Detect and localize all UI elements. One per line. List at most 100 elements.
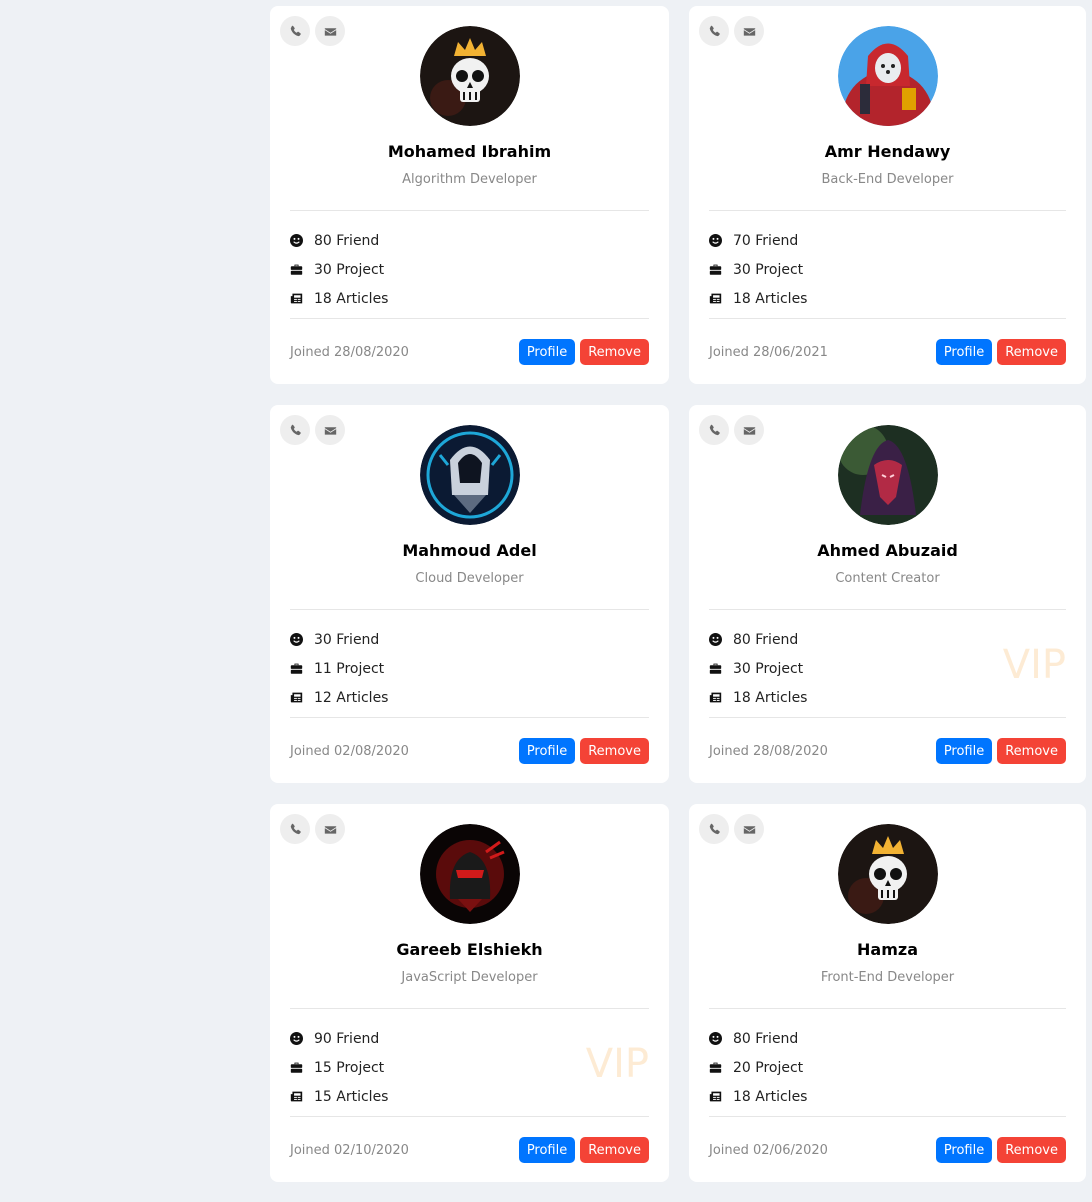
newspaper-icon xyxy=(290,1091,303,1102)
card-footer: Joined 02/06/2020 Profile Remove xyxy=(709,1137,1066,1163)
articles-count: 15 Articles xyxy=(290,1082,388,1111)
contact-buttons xyxy=(699,16,764,46)
remove-button[interactable]: Remove xyxy=(997,1137,1066,1163)
email-button[interactable] xyxy=(315,16,345,46)
briefcase-icon xyxy=(290,264,303,275)
phone-icon xyxy=(290,823,301,834)
articles-count: 12 Articles xyxy=(290,683,388,712)
envelope-icon xyxy=(324,27,336,36)
projects-count: 30 Project xyxy=(709,255,807,284)
briefcase-icon xyxy=(709,1062,722,1073)
remove-button[interactable]: Remove xyxy=(997,339,1066,365)
smile-icon xyxy=(709,633,722,646)
email-button[interactable] xyxy=(734,814,764,844)
friends-count-label: 80 Friend xyxy=(733,631,799,648)
friends-count-label: 30 Friend xyxy=(314,631,380,648)
articles-count-label: 18 Articles xyxy=(314,290,389,307)
friend-name: Mahmoud Adel xyxy=(402,541,537,560)
red-hooded-warrior-avatar xyxy=(837,26,938,126)
briefcase-icon xyxy=(290,1062,303,1073)
contact-buttons xyxy=(699,415,764,445)
friend-stats: 70 Friend 30 Project 18 Articles xyxy=(709,226,807,313)
articles-count: 18 Articles xyxy=(709,1082,807,1111)
card-footer: Joined 28/08/2020 Profile Remove xyxy=(290,339,649,365)
email-button[interactable] xyxy=(315,415,345,445)
friends-count-label: 80 Friend xyxy=(314,232,380,249)
profile-button[interactable]: Profile xyxy=(518,339,576,365)
projects-count-label: 30 Project xyxy=(733,261,804,278)
friend-card: Mohamed Ibrahim Algorithm Developer 80 F… xyxy=(270,6,669,384)
briefcase-icon xyxy=(290,663,303,674)
remove-button[interactable]: Remove xyxy=(580,339,649,365)
card-footer: Joined 28/06/2021 Profile Remove xyxy=(709,339,1066,365)
divider xyxy=(290,210,649,211)
profile-button[interactable]: Profile xyxy=(518,738,576,764)
masked-figure-avatar xyxy=(837,425,938,525)
divider xyxy=(709,609,1066,610)
email-button[interactable] xyxy=(734,16,764,46)
friends-count-label: 80 Friend xyxy=(733,1030,799,1047)
joined-date: Joined 02/08/2020 xyxy=(290,743,409,759)
friend-name: Hamza xyxy=(857,940,918,959)
phone-button[interactable] xyxy=(280,814,310,844)
briefcase-icon xyxy=(709,264,722,275)
vip-badge: VIP xyxy=(1002,642,1066,688)
phone-button[interactable] xyxy=(280,415,310,445)
newspaper-icon xyxy=(290,692,303,703)
briefcase-icon xyxy=(709,663,722,674)
friends-count-label: 70 Friend xyxy=(733,232,799,249)
friends-count: 80 Friend xyxy=(709,625,807,654)
profile-button[interactable]: Profile xyxy=(935,1137,993,1163)
envelope-icon xyxy=(743,825,755,834)
joined-date: Joined 28/08/2020 xyxy=(290,344,409,360)
joined-date: Joined 28/06/2021 xyxy=(709,344,828,360)
remove-button[interactable]: Remove xyxy=(580,1137,649,1163)
joined-date: Joined 28/08/2020 xyxy=(709,743,828,759)
smile-icon xyxy=(709,234,722,247)
divider xyxy=(290,1008,649,1009)
profile-button[interactable]: Profile xyxy=(935,738,993,764)
email-button[interactable] xyxy=(734,415,764,445)
friend-stats: 80 Friend 30 Project 18 Articles xyxy=(290,226,388,313)
email-button[interactable] xyxy=(315,814,345,844)
friend-name: Amr Hendawy xyxy=(824,142,951,161)
divider xyxy=(709,210,1066,211)
remove-button[interactable]: Remove xyxy=(580,738,649,764)
phone-icon xyxy=(290,424,301,435)
phone-icon xyxy=(709,25,720,36)
newspaper-icon xyxy=(290,293,303,304)
friend-role: Cloud Developer xyxy=(415,571,524,586)
joined-date: Joined 02/06/2020 xyxy=(709,1142,828,1158)
joined-date: Joined 02/10/2020 xyxy=(290,1142,409,1158)
divider xyxy=(709,318,1066,319)
friend-role: Back-End Developer xyxy=(821,172,954,187)
contact-buttons xyxy=(280,814,345,844)
friends-count: 80 Friend xyxy=(290,226,388,255)
friend-card: Ahmed Abuzaid Content Creator 80 Friend … xyxy=(689,405,1086,783)
friends-count: 90 Friend xyxy=(290,1024,388,1053)
friend-name: Gareeb Elshiekh xyxy=(396,940,543,959)
smile-icon xyxy=(709,1032,722,1045)
profile-button[interactable]: Profile xyxy=(518,1137,576,1163)
envelope-icon xyxy=(324,426,336,435)
envelope-icon xyxy=(324,825,336,834)
newspaper-icon xyxy=(709,692,722,703)
phone-icon xyxy=(709,424,720,435)
remove-button[interactable]: Remove xyxy=(997,738,1066,764)
phone-button[interactable] xyxy=(699,16,729,46)
projects-count: 11 Project xyxy=(290,654,388,683)
phone-button[interactable] xyxy=(699,415,729,445)
phone-icon xyxy=(709,823,720,834)
divider xyxy=(290,609,649,610)
projects-count: 30 Project xyxy=(709,654,807,683)
card-footer: Joined 28/08/2020 Profile Remove xyxy=(709,738,1066,764)
divider xyxy=(290,318,649,319)
phone-button[interactable] xyxy=(699,814,729,844)
profile-button[interactable]: Profile xyxy=(935,339,993,365)
phone-button[interactable] xyxy=(280,16,310,46)
contact-buttons xyxy=(280,415,345,445)
projects-count-label: 11 Project xyxy=(314,660,385,677)
contact-buttons xyxy=(280,16,345,46)
skull-crown-avatar xyxy=(419,26,520,126)
projects-count: 30 Project xyxy=(290,255,388,284)
